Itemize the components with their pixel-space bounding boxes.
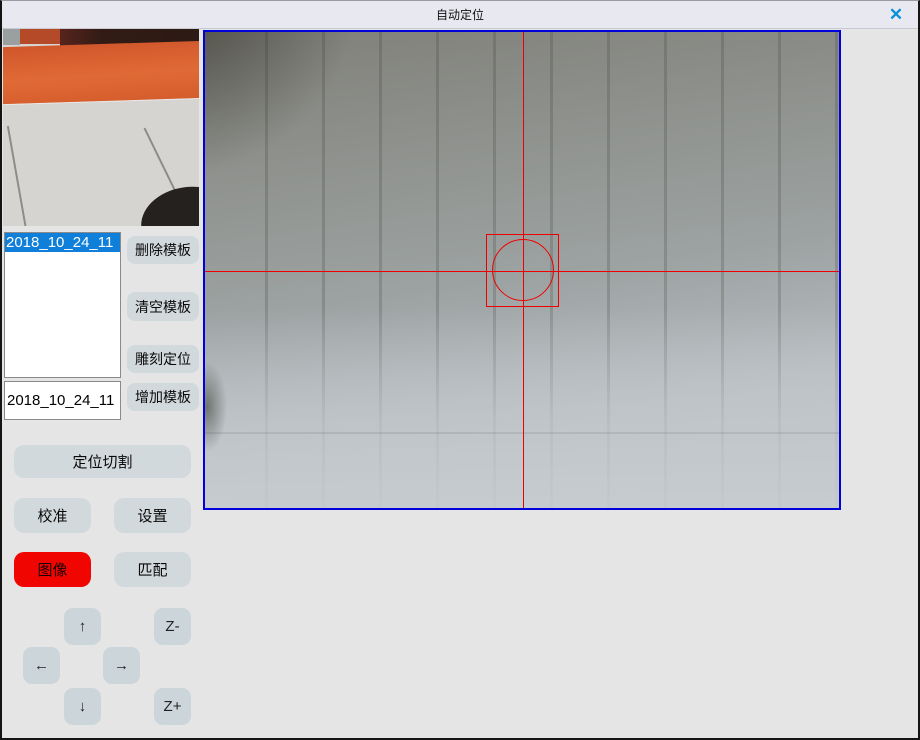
- engrave-position-button[interactable]: 雕刻定位: [127, 345, 199, 373]
- thumb-tile-grout-line: [7, 126, 33, 226]
- auto-positioning-dialog: 自动定位 ✕ 2018_10_24_11 删除模板 清空模板 雕刻定位 增加模板…: [0, 0, 920, 740]
- thumb-orange-board: [3, 41, 199, 105]
- image-button-active[interactable]: 图像: [14, 552, 91, 587]
- window-title: 自动定位: [436, 6, 484, 23]
- jog-left-button[interactable]: ←: [23, 647, 60, 684]
- camera-left-smudge: [205, 362, 227, 452]
- jog-down-button[interactable]: ↓: [64, 688, 101, 725]
- template-name-field[interactable]: [4, 381, 121, 420]
- target-circle-marker: [492, 239, 554, 301]
- jog-right-button[interactable]: →: [103, 647, 140, 684]
- camera-feed: [205, 32, 839, 508]
- match-button[interactable]: 匹配: [114, 552, 191, 587]
- jog-z-plus-button[interactable]: Z+: [154, 688, 191, 725]
- clear-templates-button[interactable]: 清空模板: [127, 292, 199, 321]
- template-thumbnail-image: [3, 29, 199, 226]
- position-cut-button[interactable]: 定位切割: [14, 445, 191, 478]
- camera-viewport: [203, 30, 841, 510]
- thumb-wall-strip: [3, 29, 20, 45]
- jog-z-minus-button[interactable]: Z-: [154, 608, 191, 645]
- title-bar: 自动定位 ✕: [2, 1, 918, 29]
- calibrate-button[interactable]: 校准: [14, 498, 91, 533]
- close-icon[interactable]: ✕: [882, 3, 910, 27]
- settings-button[interactable]: 设置: [114, 498, 191, 533]
- delete-template-button[interactable]: 删除模板: [127, 236, 199, 264]
- thumb-orange-patch: [20, 29, 60, 44]
- template-list[interactable]: 2018_10_24_11: [4, 232, 121, 378]
- jog-up-button[interactable]: ↑: [64, 608, 101, 645]
- add-template-button[interactable]: 增加模板: [127, 383, 199, 411]
- thumb-dark-object: [137, 181, 199, 226]
- template-list-item-selected[interactable]: 2018_10_24_11: [5, 233, 120, 252]
